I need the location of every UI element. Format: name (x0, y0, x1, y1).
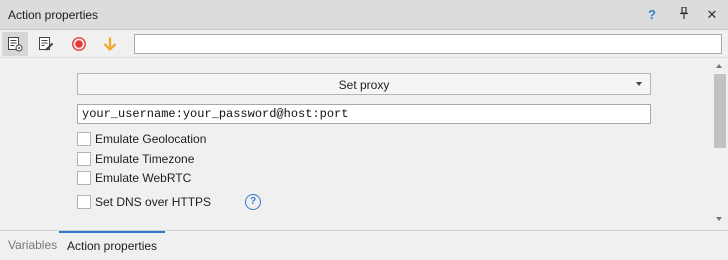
checkbox[interactable] (77, 195, 91, 209)
action-type-value: Set proxy (338, 78, 390, 92)
checkbox[interactable] (77, 171, 91, 185)
toolbar (0, 30, 728, 58)
option-label: Emulate Timezone (95, 152, 195, 166)
action-type-dropdown[interactable]: Set proxy (77, 73, 651, 95)
option-emulate-timezone[interactable]: Emulate Timezone (77, 151, 194, 167)
scroll-up-icon[interactable] (716, 64, 722, 68)
checkbox[interactable] (77, 152, 91, 166)
properties-list-icon[interactable] (2, 32, 28, 56)
question-icon[interactable]: ? (643, 6, 661, 24)
option-set-dns-over-https[interactable]: Set DNS over HTTPS (77, 194, 211, 210)
vertical-scrollbar[interactable] (712, 58, 728, 230)
help-circle-icon[interactable]: ? (245, 194, 261, 210)
option-label: Set DNS over HTTPS (95, 195, 212, 209)
pin-icon[interactable] (675, 6, 693, 24)
option-emulate-webrtc[interactable]: Emulate WebRTC (77, 170, 191, 186)
option-label: Emulate Geolocation (95, 132, 207, 146)
arrow-down-icon[interactable] (97, 32, 123, 56)
chevron-down-icon (636, 82, 642, 86)
close-icon[interactable]: ✕ (703, 6, 721, 24)
tab-variables[interactable]: Variables (0, 231, 65, 260)
checkbox[interactable] (77, 132, 91, 146)
scrollbar-thumb[interactable] (714, 74, 726, 148)
scroll-down-icon[interactable] (716, 217, 722, 221)
panel-title: Action properties (8, 8, 99, 22)
record-icon[interactable] (66, 32, 92, 56)
option-label: Emulate WebRTC (95, 171, 192, 185)
tab-action-properties[interactable]: Action properties (59, 231, 166, 260)
panel-titlebar: Action properties ? ✕ (0, 0, 728, 30)
action-name-input[interactable] (134, 34, 722, 54)
proxy-string-input[interactable] (77, 104, 651, 124)
edit-note-icon[interactable] (33, 32, 59, 56)
option-emulate-geolocation[interactable]: Emulate Geolocation (77, 131, 206, 147)
action-properties-content: Set proxy Emulate Geolocation Emulate Ti… (0, 58, 712, 230)
bottom-tabbar: Variables Action properties (0, 230, 728, 260)
